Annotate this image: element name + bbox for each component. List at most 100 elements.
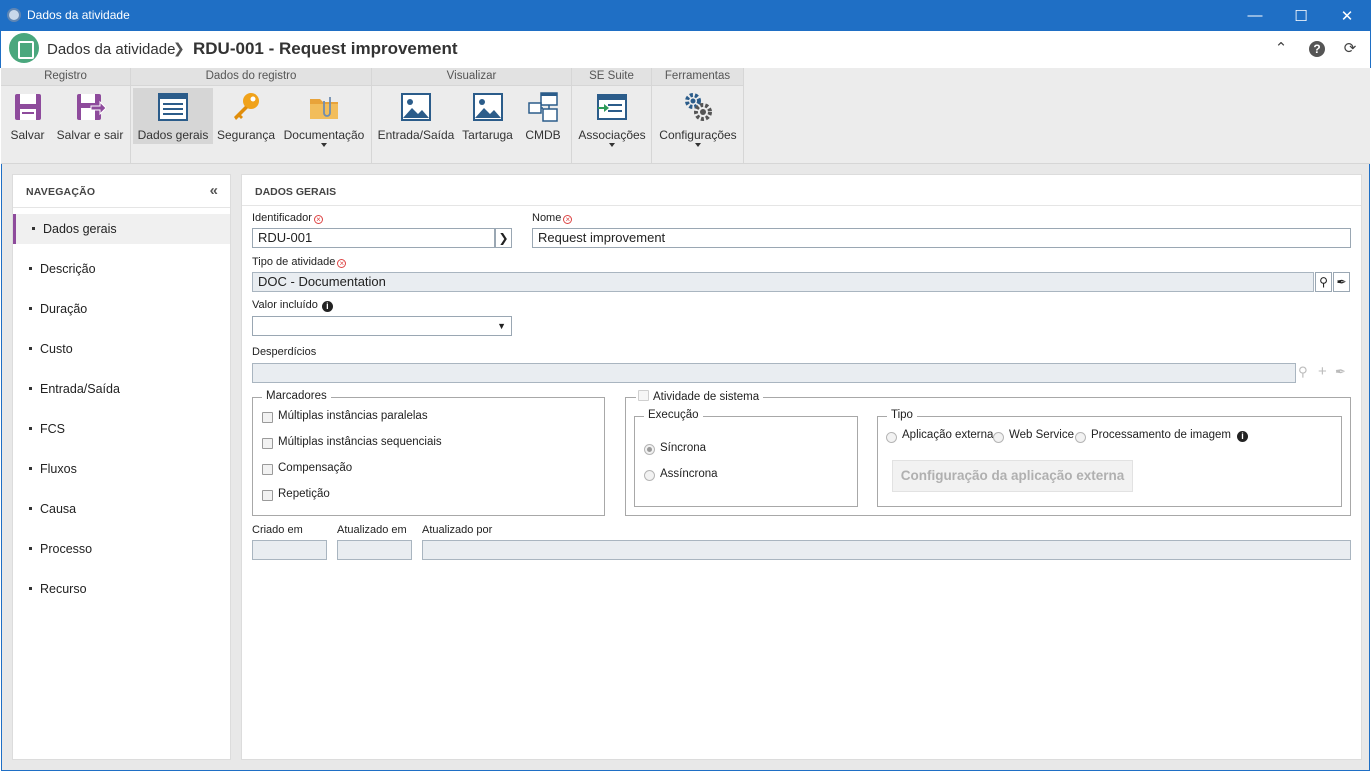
synchronous-radio[interactable] bbox=[644, 444, 655, 455]
execution-legend: Execução bbox=[644, 409, 703, 421]
updated-by-label: Atualizado por bbox=[422, 524, 493, 536]
markers-fieldset: Marcadores Múltiplas instâncias paralela… bbox=[252, 390, 605, 516]
nav-item-label: Causa bbox=[40, 502, 77, 516]
nav-item-duracao[interactable]: Duração bbox=[13, 294, 230, 324]
turtle-button[interactable]: Tartaruga bbox=[460, 88, 515, 144]
window-title: Dados da atividade bbox=[27, 8, 130, 22]
compensation-checkbox[interactable] bbox=[262, 464, 273, 475]
activity-type-input[interactable]: DOC - Documentation bbox=[252, 272, 1314, 292]
save-button[interactable]: Salvar bbox=[5, 88, 50, 144]
cmdb-grid-icon bbox=[528, 92, 558, 122]
nav-item-custo[interactable]: Custo bbox=[13, 334, 230, 364]
web-service-radio[interactable] bbox=[993, 432, 1004, 443]
activity-type-label: Tipo de atividade × bbox=[252, 256, 347, 268]
gears-icon bbox=[685, 93, 712, 121]
general-data-button[interactable]: Dados gerais bbox=[133, 88, 213, 144]
image-icon bbox=[401, 93, 431, 121]
workspace: NAVEGAÇÃO « Dados gerais Descrição Duraç… bbox=[1, 164, 1370, 771]
close-icon[interactable]: ✕ bbox=[1324, 0, 1370, 31]
identifier-input[interactable]: RDU-001 bbox=[252, 228, 495, 248]
nav-item-fcs[interactable]: FCS bbox=[13, 414, 230, 444]
name-label: Nome × bbox=[532, 212, 573, 224]
ribbon-toolbar: Registro Salvar Salvar e sair Dados do r… bbox=[1, 68, 1370, 164]
waste-label: Desperdícios bbox=[252, 346, 317, 358]
documentation-button[interactable]: Documentação bbox=[281, 88, 367, 147]
general-data-panel: DADOS GERAIS Identificador × RDU-001 ❯ No… bbox=[241, 174, 1362, 760]
nav-item-label: Recurso bbox=[40, 582, 87, 596]
save-and-exit-button[interactable]: Salvar e sair bbox=[55, 88, 125, 144]
info-icon[interactable]: i bbox=[1236, 431, 1248, 442]
minimize-icon[interactable]: — bbox=[1232, 0, 1278, 31]
required-icon: × bbox=[337, 259, 347, 268]
radio-label: Assíncrona bbox=[660, 468, 718, 480]
app-icon bbox=[7, 8, 21, 22]
next-arrow-icon[interactable]: ❯ bbox=[495, 228, 512, 248]
waste-input[interactable] bbox=[252, 363, 1296, 383]
radio-label: Web Service bbox=[1009, 429, 1074, 441]
collapse-up-icon[interactable]: ⌃ bbox=[1272, 40, 1290, 58]
parallel-instances-checkbox[interactable] bbox=[262, 412, 273, 423]
external-app-radio[interactable] bbox=[886, 432, 897, 443]
breadcrumb-root[interactable]: Dados da atividade bbox=[47, 41, 175, 58]
system-activity-checkbox[interactable] bbox=[638, 390, 649, 401]
identifier-label: Identificador × bbox=[252, 212, 323, 224]
input-output-label: Entrada/Saída bbox=[377, 128, 455, 142]
search-icon[interactable]: ⚲ bbox=[1298, 364, 1308, 380]
search-icon[interactable]: ⚲ bbox=[1315, 272, 1332, 292]
checkbox-label: Múltiplas instâncias paralelas bbox=[278, 410, 428, 422]
info-icon[interactable]: i bbox=[321, 301, 333, 312]
asynchronous-radio[interactable] bbox=[644, 470, 655, 481]
clear-brush-icon[interactable]: ✒ bbox=[1333, 272, 1350, 292]
page-header: Dados da atividade ❯ RDU-001 - Request i… bbox=[0, 31, 1371, 68]
help-icon[interactable]: ? bbox=[1309, 41, 1325, 57]
system-activity-fieldset: Atividade de sistema Execução Síncrona A… bbox=[625, 390, 1351, 516]
security-button[interactable]: Segurança bbox=[216, 88, 276, 144]
key-icon bbox=[234, 93, 259, 120]
dropdown-caret-icon bbox=[609, 143, 615, 147]
add-icon[interactable]: + bbox=[1318, 363, 1327, 380]
radio-label: Síncrona bbox=[660, 442, 707, 454]
nav-item-descricao[interactable]: Descrição bbox=[13, 254, 230, 284]
turtle-label: Tartaruga bbox=[462, 128, 513, 142]
repetition-checkbox[interactable] bbox=[262, 490, 273, 501]
image-processing-radio[interactable] bbox=[1075, 432, 1086, 443]
associations-button[interactable]: Associações bbox=[576, 88, 648, 147]
nav-item-label: Dados gerais bbox=[43, 222, 117, 236]
updated-at-label: Atualizado em bbox=[337, 524, 407, 536]
bullet-icon bbox=[29, 467, 32, 470]
radio-label: Aplicação externa bbox=[902, 429, 994, 441]
clear-brush-icon[interactable]: ✒ bbox=[1335, 364, 1346, 380]
floppy-icon bbox=[14, 94, 41, 120]
included-value-select[interactable]: ▼ bbox=[252, 316, 512, 336]
system-activity-legend: Atividade de sistema bbox=[636, 390, 764, 403]
toolbar-group-title: Registro bbox=[1, 68, 130, 86]
associations-icon bbox=[597, 94, 627, 120]
checkbox-label: Compensação bbox=[278, 462, 353, 474]
nav-item-recurso[interactable]: Recurso bbox=[13, 574, 230, 604]
nav-item-entrada-saida[interactable]: Entrada/Saída bbox=[13, 374, 230, 404]
nav-item-processo[interactable]: Processo bbox=[13, 534, 230, 564]
save-label: Salvar bbox=[10, 128, 45, 142]
nav-item-causa[interactable]: Causa bbox=[13, 494, 230, 524]
collapse-left-icon[interactable]: « bbox=[210, 182, 218, 199]
cmdb-button[interactable]: CMDB bbox=[520, 88, 566, 144]
dropdown-caret-icon bbox=[321, 143, 327, 147]
nav-item-label: Fluxos bbox=[40, 462, 77, 476]
nav-item-fluxos[interactable]: Fluxos bbox=[13, 454, 230, 484]
activity-logo-icon bbox=[9, 33, 39, 63]
nav-item-dados-gerais[interactable]: Dados gerais bbox=[13, 214, 230, 244]
sequential-instances-checkbox[interactable] bbox=[262, 438, 273, 449]
settings-button[interactable]: Configurações bbox=[656, 88, 740, 147]
refresh-icon[interactable]: ⟳ bbox=[1341, 40, 1359, 58]
page-title: RDU-001 - Request improvement bbox=[193, 39, 458, 58]
updated-by-input bbox=[422, 540, 1351, 560]
save-and-exit-label: Salvar e sair bbox=[56, 128, 124, 142]
required-icon: × bbox=[313, 215, 323, 224]
external-app-config-button[interactable]: Configuração da aplicação externa bbox=[892, 460, 1133, 492]
input-output-button[interactable]: Entrada/Saída bbox=[376, 88, 456, 144]
nav-item-label: Custo bbox=[40, 342, 73, 356]
maximize-icon[interactable]: ☐ bbox=[1278, 0, 1324, 31]
bullet-icon bbox=[29, 267, 32, 270]
folder-clip-icon bbox=[310, 97, 338, 119]
name-input[interactable]: Request improvement bbox=[532, 228, 1351, 248]
